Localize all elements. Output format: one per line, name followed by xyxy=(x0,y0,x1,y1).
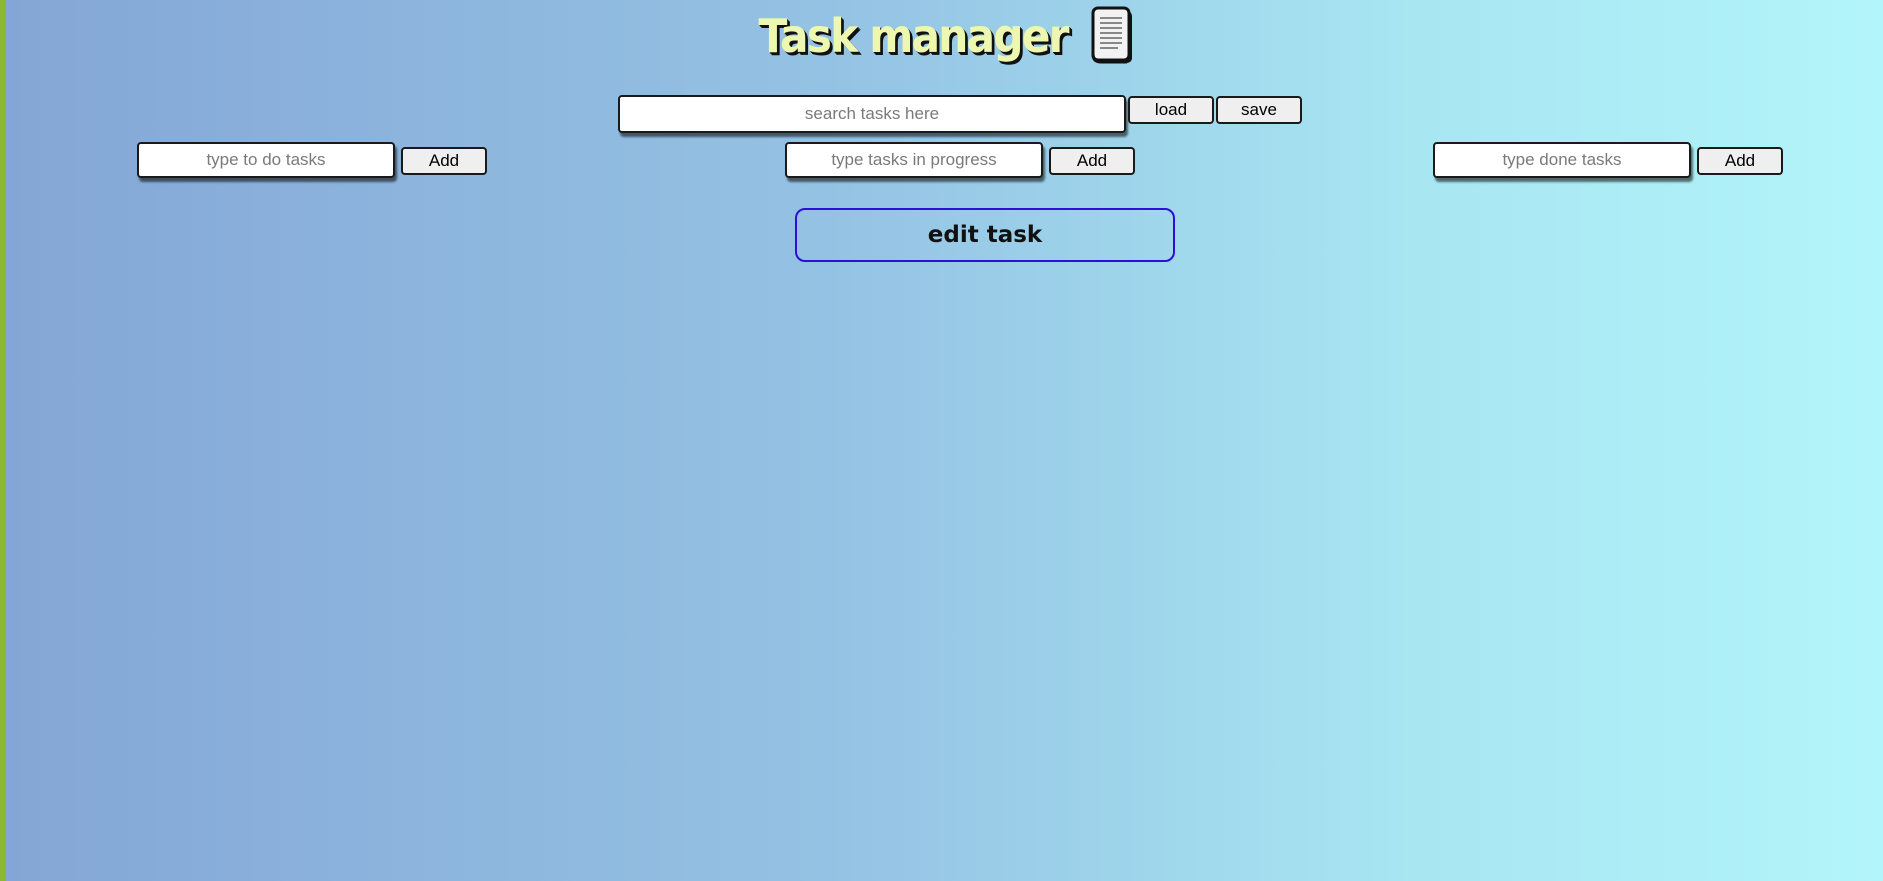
page-title: Task manager xyxy=(758,9,1070,63)
in-progress-task-input[interactable] xyxy=(785,142,1043,178)
done-task-input[interactable] xyxy=(1433,142,1691,178)
load-button[interactable]: load xyxy=(1128,96,1214,124)
edit-task-button[interactable]: edit task xyxy=(795,208,1175,262)
save-button[interactable]: save xyxy=(1216,96,1302,124)
page-header: Task manager xyxy=(0,6,1883,66)
edit-task-label: edit task xyxy=(927,222,1043,248)
add-todo-button[interactable]: Add xyxy=(401,147,487,175)
left-edge-strip xyxy=(0,0,6,881)
scroll-document-icon xyxy=(1091,6,1132,64)
search-input[interactable] xyxy=(618,95,1126,133)
add-in-progress-button[interactable]: Add xyxy=(1049,147,1135,175)
todo-task-input[interactable] xyxy=(137,142,395,178)
add-done-button[interactable]: Add xyxy=(1697,147,1783,175)
